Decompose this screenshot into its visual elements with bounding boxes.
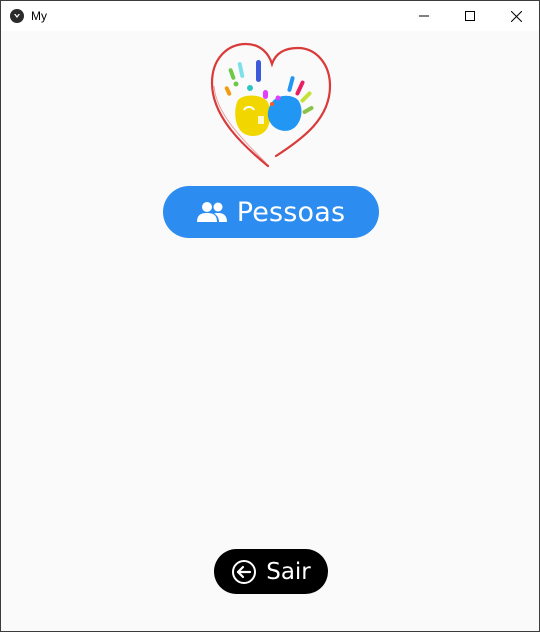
minimize-icon <box>419 15 429 17</box>
window-title: My <box>31 9 47 23</box>
sair-button-label: Sair <box>266 558 311 585</box>
maximize-icon <box>465 11 475 21</box>
pessoas-button[interactable]: Pessoas <box>163 186 379 238</box>
close-button[interactable] <box>493 1 539 31</box>
people-icon <box>196 202 227 222</box>
title-bar[interactable]: My <box>1 1 539 31</box>
heart-handprints-logo <box>210 42 332 168</box>
pessoas-button-label: Pessoas <box>236 196 346 228</box>
maximize-button[interactable] <box>447 1 493 31</box>
sair-button[interactable]: Sair <box>214 549 328 594</box>
kivy-icon <box>10 9 24 23</box>
main-content: Pessoas Sair <box>1 31 539 631</box>
app-window: My Pessoas Sair <box>0 0 540 632</box>
minimize-button[interactable] <box>401 1 447 31</box>
close-icon <box>510 10 522 22</box>
arrow-left-circle-icon <box>232 559 257 584</box>
